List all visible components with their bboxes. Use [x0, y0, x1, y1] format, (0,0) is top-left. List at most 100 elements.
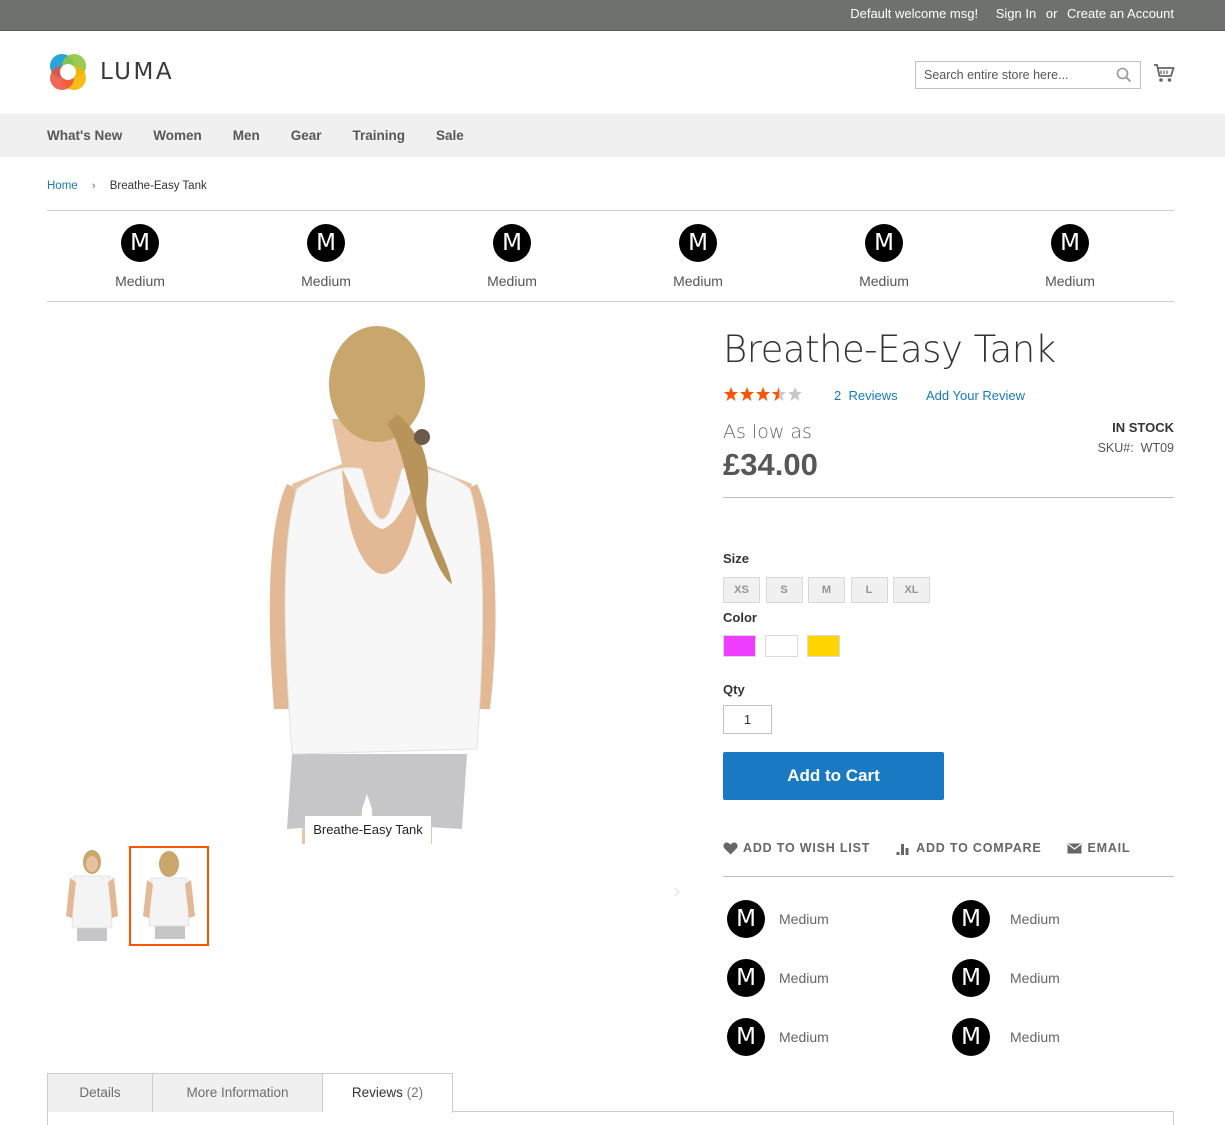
sku-label: SKU#: — [1097, 441, 1134, 455]
qty-input[interactable] — [723, 705, 772, 734]
size-options: XS S M L XL — [723, 577, 936, 603]
product-price: £34.00 — [723, 447, 818, 482]
m-badge-icon: M — [727, 959, 765, 997]
m-badge-icon: M — [952, 1018, 990, 1056]
badge-label: Medium — [859, 273, 909, 289]
nav-item-men[interactable]: Men — [233, 114, 260, 157]
m-badge-icon: M — [727, 900, 765, 938]
email-label: EMAIL — [1087, 841, 1131, 855]
nav-item-whats-new[interactable]: What's New — [47, 114, 122, 157]
stock-status: IN STOCK — [1112, 420, 1174, 435]
m-badge-icon: M — [121, 224, 159, 262]
m-badge-icon: M — [1051, 224, 1089, 262]
reviews-label: Reviews — [848, 388, 898, 403]
reviews-count: 2 — [834, 388, 842, 403]
tab-reviews[interactable]: Reviews (2) — [323, 1073, 453, 1113]
size-option-xs[interactable]: XS — [723, 577, 760, 603]
main-nav: What's New Women Men Gear Training Sale — [0, 114, 1225, 157]
mini-badge-item: M Medium — [727, 900, 829, 938]
envelope-icon — [1067, 843, 1082, 853]
create-account-link[interactable]: Create an Account — [1067, 6, 1174, 21]
nav-item-training[interactable]: Training — [353, 114, 406, 157]
search-icon[interactable] — [1116, 67, 1132, 83]
nav-item-gear[interactable]: Gear — [291, 114, 322, 157]
color-swatch-white[interactable] — [765, 635, 798, 657]
as-low-as-label: As low as — [723, 421, 812, 443]
badge-row: M Medium M Medium M Medium M Medium M Me… — [47, 210, 1174, 302]
color-swatch-yellow[interactable] — [807, 635, 840, 657]
nav-item-women[interactable]: Women — [153, 114, 202, 157]
add-review-link[interactable]: Add Your Review — [926, 388, 1025, 403]
mini-badge-label: Medium — [779, 911, 829, 927]
mini-badge-label: Medium — [779, 1029, 829, 1045]
m-badge-icon: M — [307, 224, 345, 262]
m-badge-icon: M — [952, 959, 990, 997]
divider — [723, 497, 1174, 498]
tab-details[interactable]: Details — [47, 1073, 153, 1112]
mini-badge-item: M Medium — [952, 959, 1060, 997]
badge-label: Medium — [673, 273, 723, 289]
m-badge-icon: M — [865, 224, 903, 262]
star-full-icon — [740, 387, 754, 401]
luma-logo-icon — [50, 54, 86, 90]
search-input[interactable] — [916, 62, 1111, 88]
star-empty-icon — [788, 387, 802, 401]
mini-badge-label: Medium — [779, 970, 829, 986]
top-links: Default welcome msg! Sign In or Create a… — [850, 6, 1174, 21]
tab-more-information[interactable]: More Information — [153, 1073, 323, 1112]
m-badge-icon: M — [727, 1018, 765, 1056]
size-option-l[interactable]: L — [850, 577, 888, 603]
logo[interactable]: LUMA — [47, 51, 181, 93]
compare-label: ADD TO COMPARE — [916, 841, 1042, 855]
rating-stars — [723, 386, 803, 404]
reviews-link[interactable]: 2 Reviews — [834, 388, 898, 403]
mini-badge-label: Medium — [1010, 970, 1060, 986]
m-badge-icon: M — [679, 224, 717, 262]
badge-item: M Medium — [233, 211, 419, 301]
sku: SKU#: WT09 — [1098, 441, 1174, 455]
breadcrumb-home[interactable]: Home — [47, 180, 78, 192]
badge-item: M Medium — [605, 211, 791, 301]
badge-item: M Medium — [977, 211, 1163, 301]
compare-icon — [896, 843, 909, 855]
mini-badge-item: M Medium — [952, 1018, 1060, 1056]
star-full-icon — [756, 387, 770, 401]
welcome-message: Default welcome msg! — [850, 6, 979, 21]
mini-badge-grid: M Medium M Medium M Medium M Medium M Me… — [727, 900, 1177, 1060]
email-link[interactable]: EMAIL — [1067, 841, 1130, 855]
heart-icon — [723, 842, 738, 854]
star-full-icon — [724, 387, 738, 401]
color-label: Color — [723, 610, 757, 625]
badge-item: M Medium — [47, 211, 233, 301]
tab-panel — [47, 1111, 1174, 1125]
size-option-xl[interactable]: XL — [893, 577, 930, 603]
m-badge-icon: M — [493, 224, 531, 262]
nav-item-sale[interactable]: Sale — [436, 114, 464, 157]
mini-badge-label: Medium — [1010, 1029, 1060, 1045]
chevron-right-icon: › — [91, 180, 96, 192]
mini-badge-item: M Medium — [727, 959, 829, 997]
size-option-s[interactable]: S — [765, 577, 803, 603]
m-badge-icon: M — [952, 900, 990, 938]
size-option-m[interactable]: M — [808, 577, 845, 603]
wishlist-label: ADD TO WISH LIST — [743, 841, 871, 855]
tab-reviews-count: (2) — [406, 1085, 424, 1100]
or-text: or — [1045, 6, 1058, 21]
breadcrumb-current: Breathe-Easy Tank — [109, 180, 207, 192]
thumbnail-back[interactable] — [129, 846, 209, 946]
image-caption: Breathe-Easy Tank — [305, 816, 431, 844]
thumbnail-front[interactable] — [52, 846, 132, 946]
sku-value: WT09 — [1140, 441, 1174, 455]
product-main-image[interactable] — [222, 324, 512, 844]
cart-icon[interactable] — [1153, 63, 1175, 83]
add-to-cart-button[interactable]: Add to Cart — [723, 752, 944, 800]
qty-label: Qty — [723, 682, 745, 697]
sign-in-link[interactable]: Sign In — [996, 6, 1036, 21]
color-options — [723, 635, 849, 657]
add-to-compare-link[interactable]: ADD TO COMPARE — [896, 841, 1041, 855]
add-to-wishlist-link[interactable]: ADD TO WISH LIST — [723, 841, 870, 855]
badge-label: Medium — [1045, 273, 1095, 289]
color-swatch-purple[interactable] — [723, 635, 756, 657]
divider — [723, 876, 1174, 877]
chevron-right-icon[interactable]: › — [673, 878, 680, 904]
